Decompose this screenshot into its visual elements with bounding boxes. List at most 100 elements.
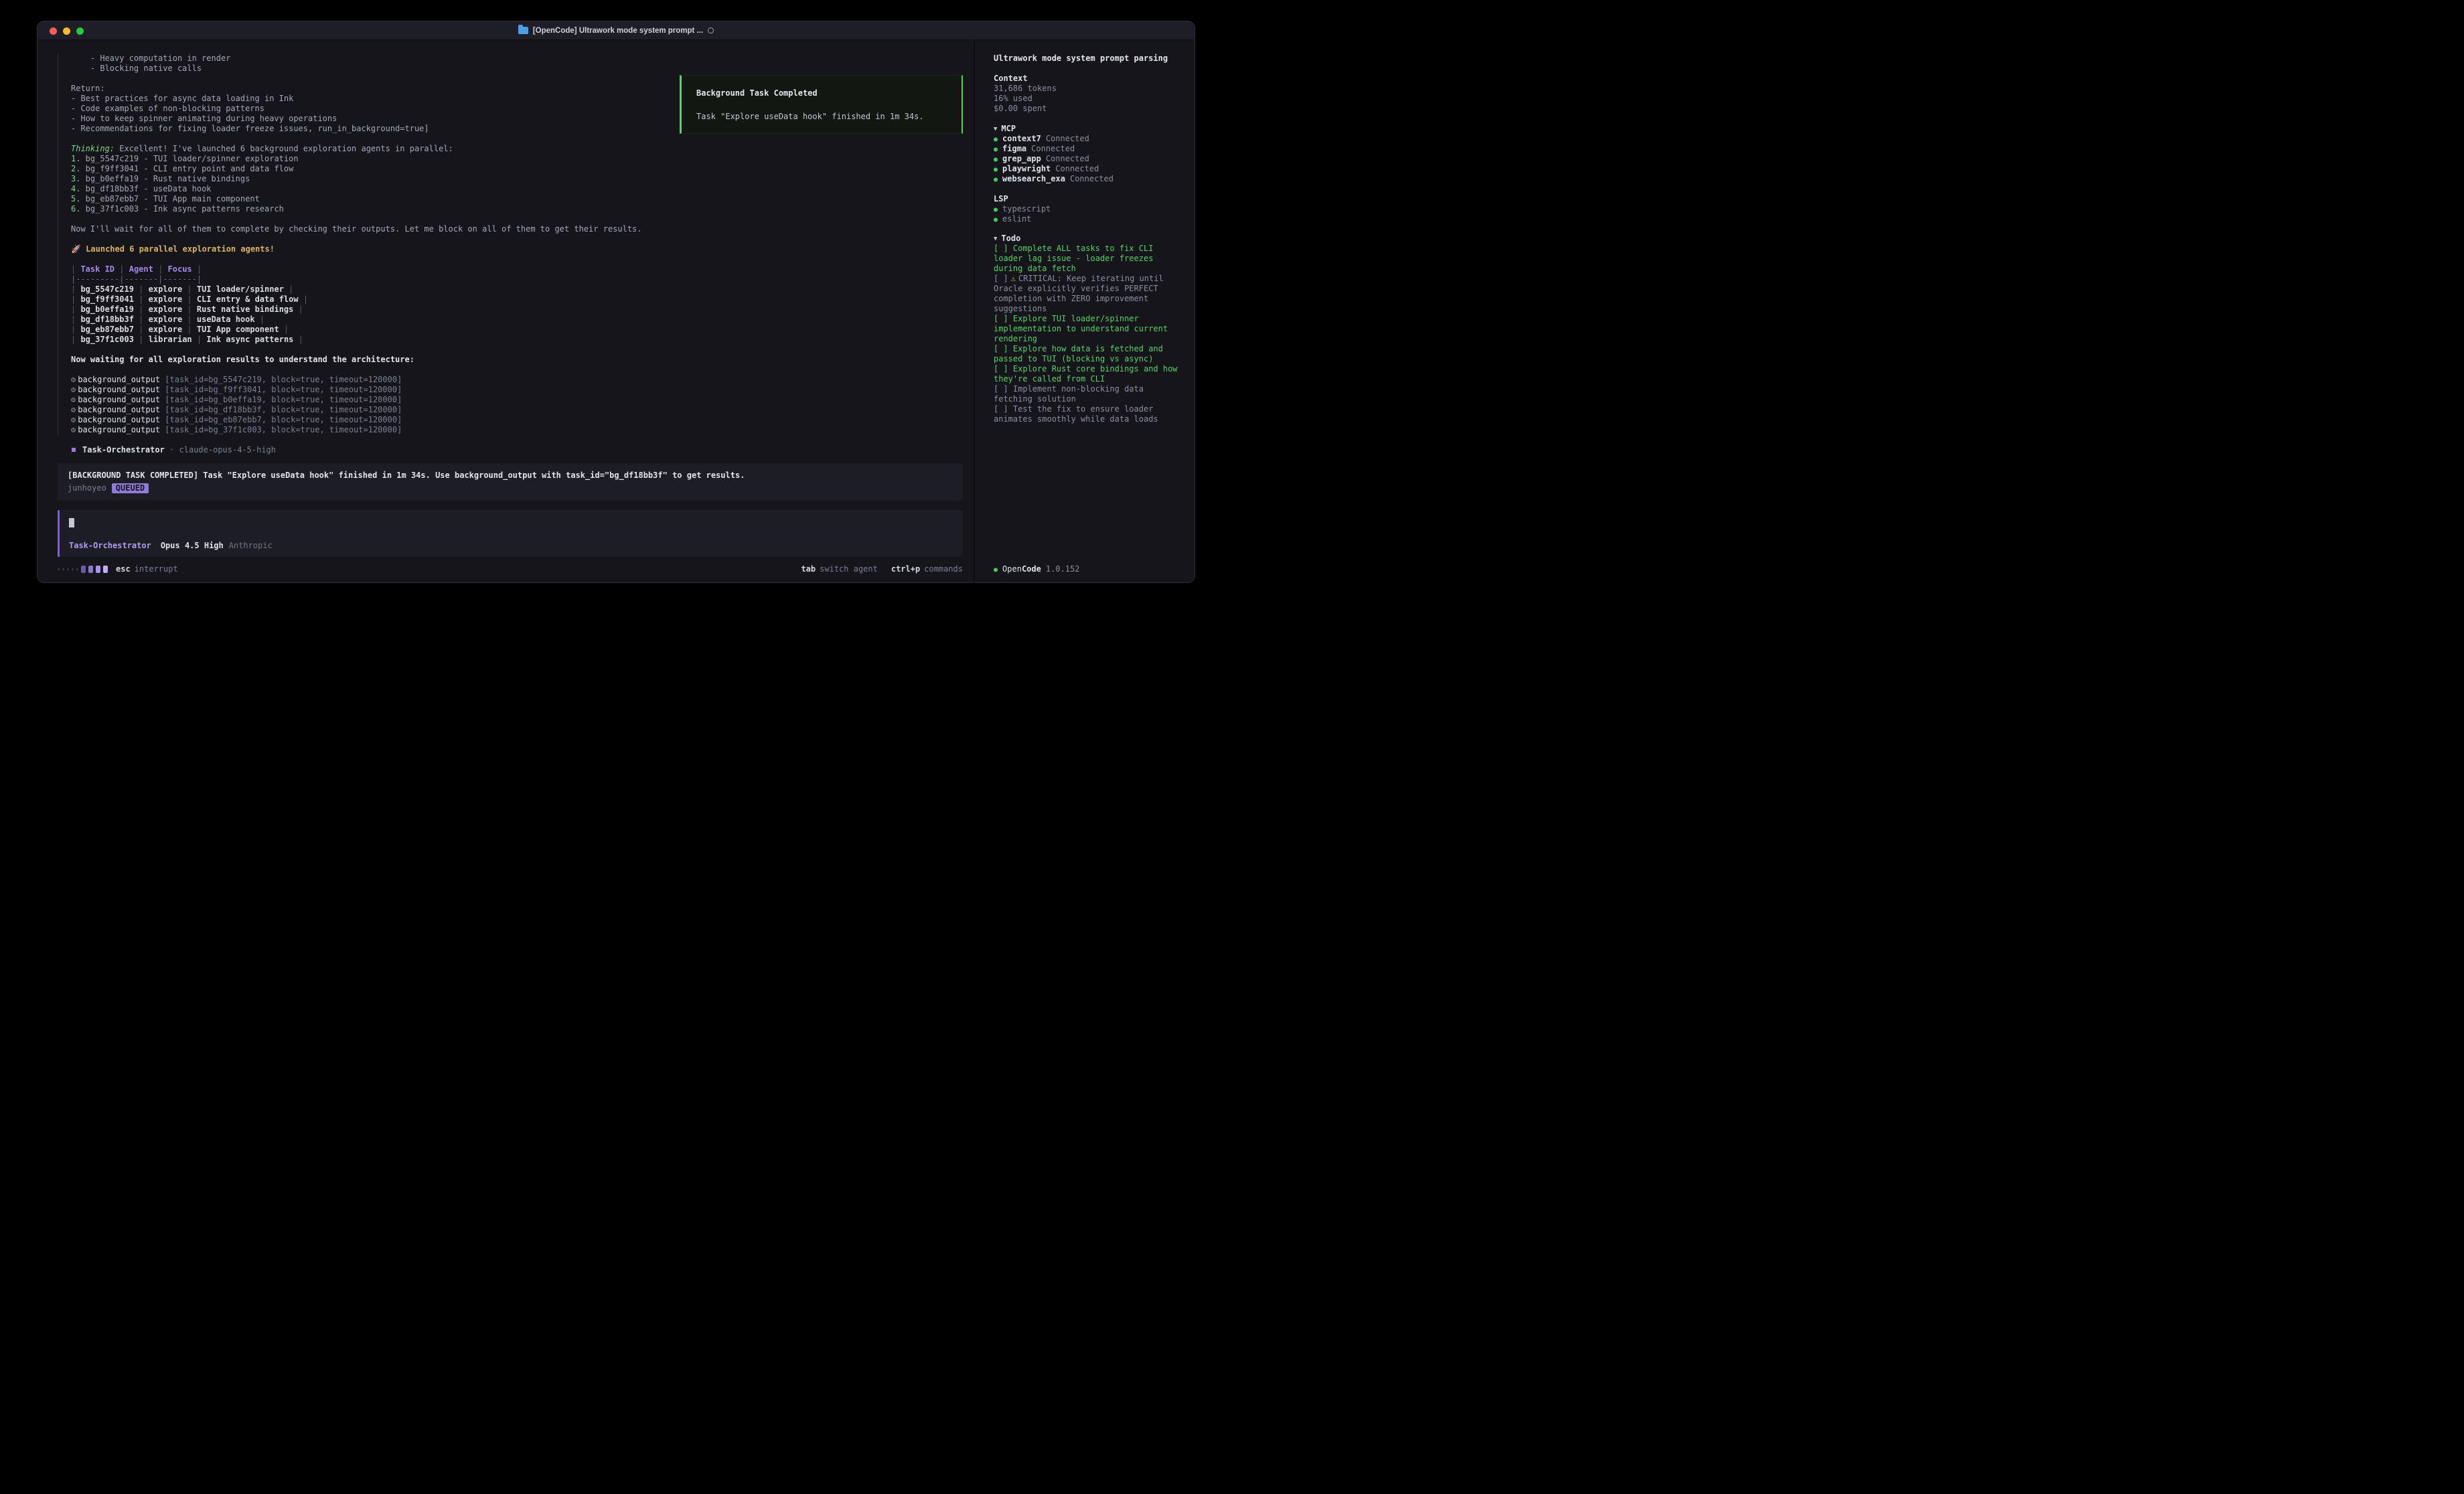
- close-button[interactable]: [50, 27, 57, 35]
- ctrlp-key-label: commands: [924, 564, 963, 574]
- status-dot-icon: ●: [994, 566, 998, 574]
- gear-icon: ⚙: [71, 425, 76, 434]
- lsp-section: LSP ●typescript ●eslint: [994, 194, 1184, 224]
- input-line[interactable]: [69, 518, 953, 529]
- active-model-label[interactable]: Opus 4.5 High: [161, 541, 224, 550]
- app-version-footer: ●OpenCode1.0.152: [994, 564, 1079, 574]
- event-message-box: [BACKGROUND TASK COMPLETED] Task "Explor…: [58, 463, 963, 501]
- brand-name: Open: [1002, 564, 1022, 574]
- thinking-line: Thinking: Excellent! I've launched 6 bac…: [71, 144, 972, 154]
- status-right: tab switch agent ctrl+p commands: [801, 564, 963, 574]
- table-row: | bg_f9ff3041 | explore | CLI entry & da…: [71, 295, 972, 305]
- todo-section: ▼Todo [ ] Complete ALL tasks to fix CLI …: [994, 234, 1184, 424]
- agent-icon: [70, 446, 77, 453]
- zoom-button[interactable]: [76, 27, 84, 35]
- agent-list-item: 1. bg_5547c219 - TUI loader/spinner expl…: [71, 154, 972, 164]
- tool-call-line: ⚙background_output [task_id=bg_df18bb3f,…: [71, 405, 972, 415]
- context-spent: $0.00 spent: [994, 104, 1184, 114]
- tab-key-hint: tab: [801, 564, 816, 574]
- status-dot-icon: ●: [994, 156, 998, 163]
- thinking-label: Thinking:: [71, 144, 114, 153]
- tool-call-line: ⚙background_output [task_id=bg_37f1c003,…: [71, 425, 972, 435]
- input-agent-row: Task-Orchestrator Opus 4.5 High Anthropic: [69, 541, 953, 550]
- esc-key-label: interrupt: [135, 564, 178, 574]
- agent-list-item: 2. bg_f9ff3041 - CLI entry point and dat…: [71, 164, 972, 174]
- folder-icon: [518, 27, 528, 34]
- app-window: [OpenCode] Ultrawork mode system prompt …: [37, 21, 1195, 582]
- mcp-item: ●figmaConnected: [994, 144, 1184, 154]
- table-row: | bg_eb87ebb7 | explore | TUI App compon…: [71, 325, 972, 335]
- ctrlp-key-hint: ctrl+p: [891, 564, 920, 574]
- notification-title: Background Task Completed: [696, 88, 961, 98]
- tool-call-line: ⚙background_output [task_id=bg_f9ff3041,…: [71, 385, 972, 395]
- notification-body: Task "Explore useData hook" finished in …: [696, 112, 961, 122]
- record-icon: [708, 27, 714, 33]
- status-dot-icon: ●: [994, 166, 998, 173]
- gear-icon: ⚙: [71, 405, 76, 414]
- status-dot-icon: ●: [994, 206, 998, 214]
- agent-list-item: 5. bg_eb87ebb7 - TUI App main component: [71, 194, 972, 204]
- lsp-item: ●typescript: [994, 204, 1184, 214]
- status-dot-icon: ●: [994, 216, 998, 224]
- status-dot-icon: ●: [994, 176, 998, 183]
- table-header-row: | Task ID | Agent | Focus |: [71, 264, 972, 274]
- agent-list-item: 3. bg_b0effa19 - Rust native bindings: [71, 174, 972, 184]
- blank-line: [71, 345, 972, 355]
- mcp-item: ●context7Connected: [994, 134, 1184, 144]
- terminal-line: - Blocking native calls: [71, 64, 972, 74]
- blank-line: [71, 254, 972, 264]
- context-tokens: 31,686 tokens: [994, 84, 1184, 94]
- tool-call-line: ⚙background_output [task_id=bg_eb87ebb7,…: [71, 415, 972, 425]
- version-label: 1.0.152: [1046, 564, 1080, 574]
- window-title: [OpenCode] Ultrawork mode system prompt …: [518, 27, 714, 35]
- gear-icon: ⚙: [71, 385, 76, 394]
- agent-attribution: Task-Orchestrator · claude-opus-4-5-high: [70, 445, 972, 455]
- terminal-line: Now I'll wait for all of them to complet…: [71, 224, 972, 234]
- blank-line: [71, 214, 972, 224]
- traffic-lights: [50, 21, 84, 40]
- agent-list-item: 4. bg_df18bb3f - useData hook: [71, 184, 972, 194]
- todo-item: [ ]⚠CRITICAL: Keep iterating until Oracl…: [994, 274, 1184, 314]
- status-bar: esc interrupt tab switch agent ctrl+p co…: [58, 564, 963, 574]
- launch-banner: 🚀 Launched 6 parallel exploration agents…: [71, 244, 972, 254]
- notification-toast[interactable]: Background Task Completed Task "Explore …: [680, 75, 963, 134]
- table-row: | bg_37f1c003 | librarian | Ink async pa…: [71, 335, 972, 345]
- mcp-item: ●playwrightConnected: [994, 164, 1184, 174]
- terminal-line: - Heavy computation in render: [71, 54, 972, 64]
- rocket-icon: 🚀: [71, 244, 81, 254]
- titlebar: [OpenCode] Ultrawork mode system prompt …: [37, 21, 1195, 40]
- table-row: | bg_5547c219 | explore | TUI loader/spi…: [71, 284, 972, 295]
- event-meta: junhoyeoQUEUED: [68, 483, 953, 494]
- context-section: Context 31,686 tokens 16% used $0.00 spe…: [994, 74, 1184, 114]
- minimize-button[interactable]: [63, 27, 70, 35]
- blank-line: [70, 435, 972, 445]
- agent-list-item: 6. bg_37f1c003 - Ink async patterns rese…: [71, 204, 972, 214]
- table-row: | bg_df18bb3f | explore | useData hook |: [71, 315, 972, 325]
- message-footer: Task-Orchestrator · claude-opus-4-5-high: [58, 445, 972, 455]
- provider-label: Anthropic: [229, 541, 273, 550]
- active-agent-label[interactable]: Task-Orchestrator: [69, 541, 151, 550]
- status-dot-icon: ●: [994, 136, 998, 143]
- username: junhoyeo: [68, 483, 106, 493]
- table-row: | bg_b0effa19 | explore | Rust native bi…: [71, 305, 972, 315]
- tool-call-line: ⚙background_output [task_id=bg_5547c219,…: [71, 375, 972, 385]
- prompt-input[interactable]: Task-Orchestrator Opus 4.5 High Anthropic: [58, 510, 963, 557]
- chevron-down-icon: ▼: [994, 126, 997, 133]
- mcp-header[interactable]: ▼MCP: [994, 124, 1184, 134]
- terminal-line: Now waiting for all exploration results …: [71, 355, 972, 365]
- esc-key-hint: esc: [116, 564, 131, 574]
- todo-item: [ ] Implement non-blocking data fetching…: [994, 384, 1184, 404]
- todo-item: [ ] Complete ALL tasks to fix CLI loader…: [994, 244, 1184, 274]
- todo-item: [ ] Explore how data is fetched and pass…: [994, 344, 1184, 364]
- tab-key-label: switch agent: [820, 564, 878, 574]
- blank-line: [71, 365, 972, 375]
- chevron-down-icon: ▼: [994, 236, 997, 242]
- gear-icon: ⚙: [71, 395, 76, 404]
- gear-icon: ⚙: [71, 375, 76, 384]
- sidebar: Ultrawork mode system prompt parsing Con…: [974, 40, 1195, 582]
- todo-item: [ ] Explore TUI loader/spinner implement…: [994, 314, 1184, 344]
- warning-icon: ⚠: [1011, 274, 1016, 283]
- todo-item: [ ] Explore Rust core bindings and how t…: [994, 364, 1184, 384]
- todo-header[interactable]: ▼Todo: [994, 234, 1184, 244]
- blank-line: [71, 234, 972, 244]
